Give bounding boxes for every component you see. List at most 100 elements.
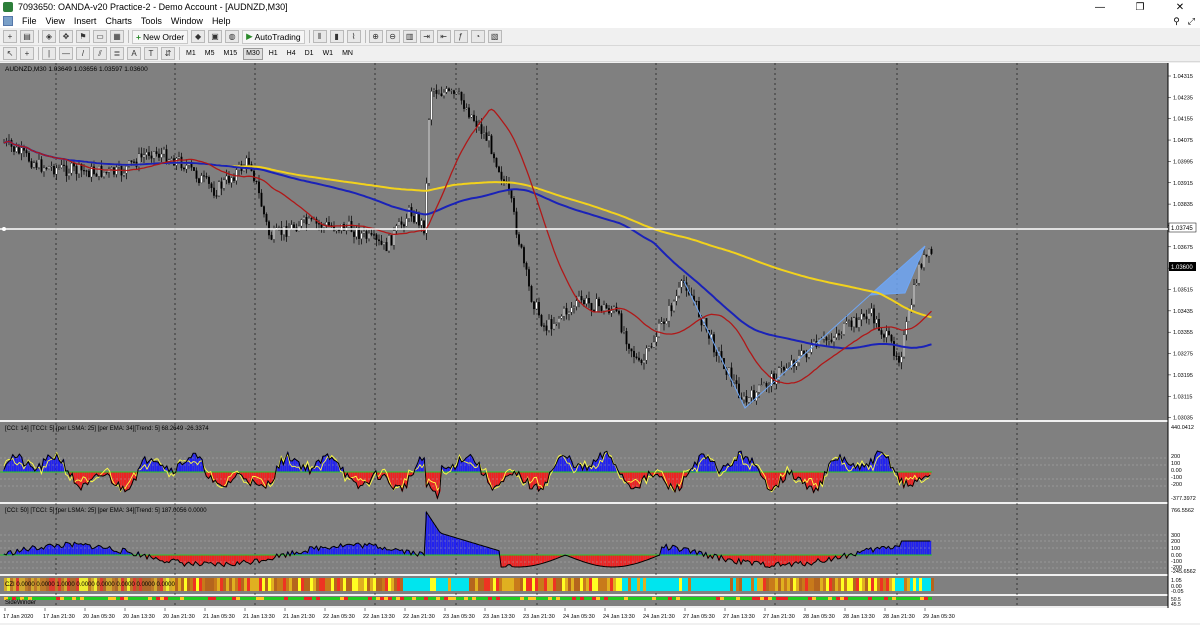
price-label: 1.04315 xyxy=(1173,74,1193,80)
candle-body xyxy=(575,300,578,307)
menu-charts[interactable]: Charts xyxy=(105,16,132,26)
terminal-icon[interactable]: ▭ xyxy=(93,30,107,43)
vertical-line-icon[interactable]: | xyxy=(42,47,56,60)
crosshair-icon[interactable]: + xyxy=(20,47,34,60)
bar-chart-icon[interactable]: ⫴ xyxy=(312,30,327,43)
czi-segment xyxy=(181,578,184,591)
candle-body xyxy=(368,232,370,239)
timeframe-m1[interactable]: M1 xyxy=(183,48,199,60)
close-button[interactable]: ✕ xyxy=(1160,0,1200,14)
sidewinder-segment xyxy=(80,597,84,600)
czi-segment xyxy=(721,578,724,591)
navigator-icon[interactable]: ⚑ xyxy=(76,30,90,43)
chart-shift-icon[interactable]: ⇤ xyxy=(436,30,451,43)
sidewinder-segment xyxy=(568,597,572,600)
candle-body xyxy=(558,318,560,323)
zoom-in-icon[interactable]: ⊕ xyxy=(368,30,383,43)
candle-body xyxy=(620,313,623,333)
candle-body xyxy=(920,264,923,268)
cursor-icon[interactable]: ↖ xyxy=(3,47,17,60)
candle-body xyxy=(270,234,273,240)
data-window-icon[interactable]: ✥ xyxy=(59,30,73,43)
price-chart[interactable]: AUDNZD,M30 1.03649 1.03656 1.03597 1.036… xyxy=(0,63,1200,623)
timeframe-m15[interactable]: M15 xyxy=(220,48,240,60)
profiles-icon[interactable]: ▤ xyxy=(20,30,34,43)
timeframe-h4[interactable]: H4 xyxy=(284,48,299,60)
equidistant-channel-icon[interactable]: ⫽ xyxy=(93,47,107,60)
templates-icon[interactable]: ▧ xyxy=(487,30,502,43)
candle-body xyxy=(855,317,858,328)
auto-scroll-icon[interactable]: ⇥ xyxy=(419,30,434,43)
sidewinder-segment xyxy=(52,597,56,600)
candle-body xyxy=(148,152,150,156)
czi-segment xyxy=(322,578,325,591)
autotrading-button[interactable]: ▶ AutoTrading xyxy=(242,29,305,44)
new-order-button[interactable]: + New Order xyxy=(132,29,189,44)
menu-insert[interactable]: Insert xyxy=(74,16,97,26)
timeframe-w1[interactable]: W1 xyxy=(320,48,337,60)
czi-segment xyxy=(469,578,472,591)
sidewinder-segment xyxy=(224,597,228,600)
periods-icon[interactable]: ◔ xyxy=(470,30,485,43)
fibonacci-icon[interactable]: ≣ xyxy=(110,47,124,60)
menu-help[interactable]: Help xyxy=(212,16,231,26)
candle-body xyxy=(183,167,185,170)
arrows-icon[interactable]: ⇵ xyxy=(161,47,175,60)
czi-segment xyxy=(694,578,697,591)
trendline-icon[interactable]: / xyxy=(76,47,90,60)
menu-file[interactable]: File xyxy=(22,16,37,26)
new-chart-icon[interactable]: + xyxy=(3,30,17,43)
chart-window[interactable]: AUDNZD,M30 1.03649 1.03656 1.03597 1.036… xyxy=(0,63,1200,623)
candle-body xyxy=(510,189,513,199)
czi-segment xyxy=(340,578,343,591)
candle-body xyxy=(63,164,65,166)
timeframe-mn[interactable]: MN xyxy=(339,48,356,60)
sidewinder-segment xyxy=(448,597,452,600)
horizontal-line-anchor[interactable] xyxy=(2,227,6,231)
menu-view[interactable]: View xyxy=(46,16,65,26)
timeframe-h1[interactable]: H1 xyxy=(266,48,281,60)
autotrading-icon: ▶ xyxy=(246,31,253,41)
market-watch-icon[interactable]: ◈ xyxy=(42,30,56,43)
market-icon[interactable]: ◍ xyxy=(225,30,240,43)
date-label: 22 Jan 21:30 xyxy=(403,614,435,620)
tile-windows-icon[interactable]: ▥ xyxy=(402,30,417,43)
fullscreen-icon[interactable]: ⤢ xyxy=(1188,16,1195,27)
menu-tools[interactable]: Tools xyxy=(141,16,162,26)
sidewinder-segment xyxy=(268,597,272,600)
candlestick-chart-icon[interactable]: ▮ xyxy=(329,30,344,43)
candle-body xyxy=(393,230,395,246)
price-label: 1.03915 xyxy=(1173,181,1193,187)
candle-body xyxy=(928,248,930,257)
sidewinder-segment xyxy=(752,597,756,600)
candle-body xyxy=(458,91,460,93)
czi-segment xyxy=(844,578,847,591)
horizontal-line-icon[interactable]: — xyxy=(59,47,73,60)
text-label-icon[interactable]: T xyxy=(144,47,158,60)
strategy-tester-icon[interactable]: ▦ xyxy=(110,30,124,43)
restore-button[interactable]: ❐ xyxy=(1120,0,1160,14)
line-chart-icon[interactable]: ⌇ xyxy=(346,30,361,43)
chart-window-icon[interactable] xyxy=(3,16,13,26)
timeframe-d1[interactable]: D1 xyxy=(302,48,317,60)
menu-window[interactable]: Window xyxy=(171,16,203,26)
czi-segment xyxy=(301,578,304,591)
signals-icon[interactable]: ▣ xyxy=(208,30,223,43)
minimize-button[interactable]: — xyxy=(1080,0,1120,14)
cci14-label: 0.00 xyxy=(1171,468,1182,474)
zoom-out-icon[interactable]: ⊖ xyxy=(385,30,400,43)
search-icon[interactable]: ⚲ xyxy=(1173,16,1180,27)
czi-segment xyxy=(304,578,307,591)
timeframe-m5[interactable]: M5 xyxy=(202,48,218,60)
text-icon[interactable]: A xyxy=(127,47,141,60)
sidewinder-segment xyxy=(576,597,580,600)
timeframe-m30[interactable]: M30 xyxy=(243,47,263,60)
sidewinder-segment xyxy=(628,597,632,600)
czi-segment xyxy=(655,578,658,591)
czi-segment xyxy=(298,578,301,591)
indicators-icon[interactable]: ƒ xyxy=(453,30,468,43)
sidewinder-segment xyxy=(768,597,772,600)
sidewinder-segment xyxy=(608,597,612,600)
metaeditor-icon[interactable]: ◆ xyxy=(191,30,206,43)
candle-body xyxy=(23,147,25,151)
